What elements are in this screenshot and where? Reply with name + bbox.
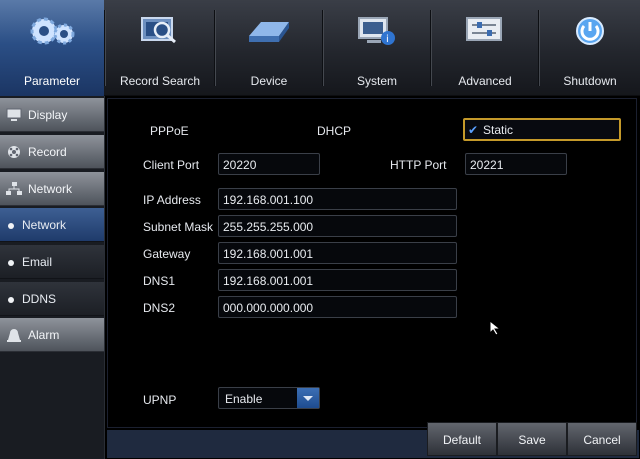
sidebar-item-label: Record (28, 145, 67, 159)
tab-system[interactable]: i System (324, 0, 430, 96)
monitor-icon (6, 108, 22, 121)
tab-label: Device (250, 74, 288, 88)
subnet-mask-input[interactable]: 255.255.255.000 (218, 215, 457, 237)
mouse-cursor-icon (489, 320, 502, 336)
sidebar-item-label: DDNS (22, 292, 57, 306)
client-port-input[interactable]: 20220 (218, 153, 320, 175)
chevron-down-icon[interactable] (297, 388, 319, 408)
sidebar-item-network-group[interactable]: Network (0, 172, 104, 206)
sidebar-item-label: Network (22, 218, 67, 232)
subnet-mask-label: Subnet Mask (143, 220, 214, 234)
hard-disk-icon (249, 22, 289, 42)
save-button[interactable]: Save (497, 422, 567, 456)
tab-label: System (356, 74, 397, 88)
ip-address-input[interactable]: 192.168.001.100 (218, 188, 457, 210)
dhcp-option[interactable]: DHCP (317, 124, 351, 138)
sidebar-item-label: Email (22, 255, 53, 269)
dns2-label: DNS2 (143, 301, 176, 315)
http-port-label: HTTP Port (390, 158, 447, 172)
tab-parameter[interactable]: Parameter (0, 0, 104, 96)
gear-icon (30, 17, 75, 45)
tab-label: Record Search (119, 74, 201, 88)
ip-address-label: IP Address (143, 193, 201, 207)
tab-advanced[interactable]: Advanced (432, 0, 538, 96)
static-option[interactable]: ✔ Static (463, 118, 621, 141)
tab-shutdown[interactable]: Shutdown (540, 0, 640, 96)
bullet-icon (8, 297, 14, 303)
sidebar: Display Record Network Network Email DDN… (0, 96, 104, 459)
dns1-label: DNS1 (143, 274, 176, 288)
dns2-input[interactable]: 000.000.000.000 (218, 296, 457, 318)
network-icon (6, 182, 22, 195)
default-button[interactable]: Default (427, 422, 497, 456)
upnp-selected-value: Enable (225, 392, 263, 406)
alarm-icon (7, 329, 21, 342)
sidebar-item-label: Alarm (28, 328, 60, 342)
sliders-icon (466, 17, 502, 41)
tab-label: Advanced (458, 74, 512, 88)
http-port-input[interactable]: 20221 (465, 153, 567, 175)
gateway-label: Gateway (143, 247, 191, 261)
static-option-label: Static (483, 123, 514, 137)
sidebar-item-label: Network (28, 182, 73, 196)
client-port-label: Client Port (143, 158, 200, 172)
tab-device[interactable]: Device (216, 0, 322, 96)
film-reel-icon (8, 146, 20, 158)
bullet-icon (8, 223, 14, 229)
svg-text:i: i (386, 34, 389, 45)
sidebar-item-label: Display (28, 108, 68, 122)
sidebar-item-display[interactable]: Display (0, 98, 104, 132)
bullet-icon (8, 260, 14, 266)
power-icon (576, 17, 604, 45)
sidebar-item-alarm[interactable]: Alarm (0, 318, 104, 352)
tab-label: Parameter (23, 74, 81, 88)
checkmark-icon: ✔ (468, 123, 479, 137)
top-menu-bar: Parameter Record Search Device i System (0, 0, 640, 96)
upnp-select[interactable]: Enable (218, 387, 320, 409)
tab-label: Shutdown (563, 74, 617, 88)
network-settings-panel: PPPoE DHCP ✔ Static Client Port 20220 HT… (104, 96, 640, 459)
dns1-input[interactable]: 192.168.001.001 (218, 269, 457, 291)
pppoe-option[interactable]: PPPoE (150, 124, 189, 138)
search-icon (141, 17, 176, 44)
system-info-icon: i (358, 17, 395, 45)
cancel-button[interactable]: Cancel (567, 422, 637, 456)
sidebar-item-network[interactable]: Network (0, 208, 104, 242)
tab-record-search[interactable]: Record Search (106, 0, 214, 96)
upnp-label: UPNP (143, 393, 177, 407)
sidebar-item-record[interactable]: Record (0, 135, 104, 169)
sidebar-item-ddns[interactable]: DDNS (0, 282, 104, 316)
sidebar-item-email[interactable]: Email (0, 245, 104, 279)
gateway-input[interactable]: 192.168.001.001 (218, 242, 457, 264)
